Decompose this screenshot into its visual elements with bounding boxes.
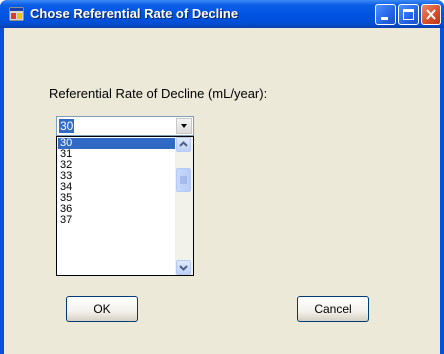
minimize-button[interactable] bbox=[375, 4, 396, 25]
close-icon bbox=[426, 9, 436, 20]
scroll-down-button[interactable] bbox=[176, 260, 191, 275]
list-item[interactable]: 35 bbox=[58, 193, 177, 204]
app-window-icon bbox=[9, 7, 24, 21]
list-item[interactable]: 31 bbox=[58, 149, 177, 160]
minimize-icon bbox=[381, 17, 388, 20]
maximize-button[interactable] bbox=[398, 4, 419, 25]
list-scrollbar[interactable] bbox=[175, 137, 193, 275]
rate-dropdown-list[interactable]: 30 31 32 33 34 35 36 37 bbox=[56, 136, 194, 276]
grip-icon bbox=[180, 176, 187, 184]
window-title: Chose Referential Rate of Decline bbox=[30, 6, 239, 21]
scroll-up-button[interactable] bbox=[176, 137, 191, 152]
list-item[interactable]: 30 bbox=[58, 138, 177, 149]
cancel-button[interactable]: Cancel bbox=[297, 296, 369, 322]
chevron-down-icon bbox=[181, 124, 187, 128]
chevron-up-icon bbox=[179, 141, 188, 147]
ok-button[interactable]: OK bbox=[66, 296, 138, 322]
scroll-thumb[interactable] bbox=[176, 168, 191, 192]
list-item[interactable]: 37 bbox=[58, 215, 177, 226]
dialog-window: Chose Referential Rate of Decline Refere… bbox=[0, 0, 444, 354]
rate-label: Referential Rate of Decline (mL/year): bbox=[49, 86, 268, 101]
title-bar[interactable]: Chose Referential Rate of Decline bbox=[0, 0, 444, 28]
close-button[interactable] bbox=[421, 4, 441, 25]
list-item[interactable]: 33 bbox=[58, 171, 177, 182]
chevron-down-icon bbox=[179, 265, 188, 271]
rate-combobox[interactable]: 30 bbox=[56, 116, 194, 136]
list-item[interactable]: 36 bbox=[58, 204, 177, 215]
list-item[interactable]: 34 bbox=[58, 182, 177, 193]
maximize-icon bbox=[403, 9, 414, 20]
combo-dropdown-button[interactable] bbox=[176, 118, 192, 134]
list-item[interactable]: 32 bbox=[58, 160, 177, 171]
combo-selected-value: 30 bbox=[59, 119, 75, 133]
